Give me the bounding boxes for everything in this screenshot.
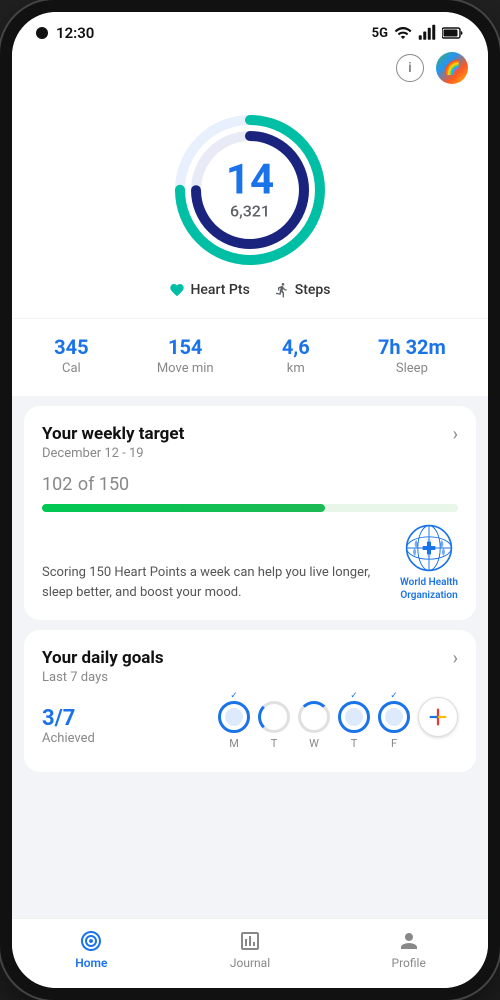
bottom-nav: Home Journal Profile [12,918,488,988]
avatar-image: 🌈 [443,60,460,76]
move-min-label: Move min [157,361,214,376]
progress-bar-fill [42,504,325,512]
day-circle-t2: ✓ T [338,701,370,750]
wifi-icon [394,24,412,42]
target-current: 102 [42,474,72,495]
day-label-f: F [391,737,397,750]
nav-journal[interactable]: Journal [171,929,330,970]
sleep-label: Sleep [378,361,446,376]
who-emblem-icon [405,524,453,572]
target-total: 150 [99,474,129,495]
target-count: 102 of 150 [42,471,458,496]
check-f: ✓ [390,691,398,701]
day-label-m: M [229,737,239,750]
weekly-target-card: Your weekly target December 12 - 19 › 10… [24,406,476,620]
achieved-count: 3/7 [42,706,95,731]
add-goal-button[interactable] [418,697,458,737]
heart-pts-value: 14 [226,160,274,202]
camera-dot [36,27,48,39]
signal-icon [418,24,436,42]
battery-icon [442,26,464,40]
avatar[interactable]: 🌈 [436,52,468,84]
sleep-value: 7h 32m [378,335,446,359]
move-min-value: 154 [157,335,214,359]
weekly-target-chevron[interactable]: › [453,424,458,445]
scroll-area[interactable]: 14 6,321 Heart Pts S [12,94,488,918]
day-label-w: W [309,737,319,750]
ring-legend: Heart Pts Steps [169,282,330,298]
goals-bottom: 3/7 Achieved ✓ M [42,697,458,754]
stat-move-min: 154 Move min [157,335,214,376]
target-bottom: Scoring 150 Heart Points a week can help… [42,524,458,602]
heart-pts-legend: Heart Pts [169,282,249,298]
daily-goals-card: Your daily goals Last 7 days › 3/7 Achie… [24,630,476,772]
weekly-target-header: Your weekly target December 12 - 19 › [42,424,458,461]
who-label: World HealthOrganization [400,576,458,602]
network-label: 5G [372,26,388,41]
steps-legend: Steps [274,282,331,298]
plus-section: + [418,697,458,754]
stats-row: 345 Cal 154 Move min 4,6 km 7h 32m Sleep [12,319,488,396]
achieved-section: 3/7 Achieved [42,706,95,746]
status-bar: 12:30 5G [12,12,488,48]
nav-home[interactable]: Home [12,929,171,970]
home-nav-label: Home [75,956,107,970]
target-of-label: of [78,474,99,495]
stat-sleep: 7h 32m Sleep [378,335,446,376]
profile-icon [397,929,421,953]
day-circle-t1: T [258,701,290,750]
daily-goals-subtitle: Last 7 days [42,670,164,685]
who-logo: World HealthOrganization [400,524,458,602]
achieved-label: Achieved [42,731,95,746]
km-value: 4,6 [282,335,310,359]
ring-center: 14 6,321 [226,160,274,221]
status-time: 12:30 [56,24,94,42]
calories-label: Cal [54,361,88,376]
steps-label: Steps [295,282,331,298]
daily-goals-header: Your daily goals Last 7 days › [42,648,458,685]
check-m: ✓ [230,691,238,701]
journal-icon [238,929,262,953]
km-label: km [282,361,310,376]
day-circles: ✓ M [218,697,458,754]
journal-nav-label: Journal [230,956,270,970]
circle-w [298,701,330,733]
daily-goals-title: Your daily goals [42,648,164,668]
daily-goals-chevron[interactable]: › [453,648,458,669]
progress-bar-bg [42,504,458,512]
phone-frame: 12:30 5G [0,0,500,1000]
status-right: 5G [372,24,464,42]
circle-f [378,701,410,733]
day-circle-w: W [298,701,330,750]
steps-value: 6,321 [226,202,274,221]
weekly-target-title: Your weekly target [42,424,184,444]
day-circle-m: ✓ M [218,701,250,750]
circle-t1 [258,701,290,733]
heart-icon [169,282,185,298]
circle-t2 [338,701,370,733]
top-action-bar: i 🌈 [12,48,488,94]
day-circle-f: ✓ F [378,701,410,750]
check-t2: ✓ [350,691,358,701]
stat-km: 4,6 km [282,335,310,376]
info-icon: i [408,60,411,76]
steps-icon [274,282,290,298]
weekly-target-subtitle: December 12 - 19 [42,446,184,461]
day-label-t2: T [351,737,358,750]
plus-icon [427,706,449,728]
circle-m [218,701,250,733]
activity-ring: 14 6,321 [170,110,330,270]
day-label-t1: T [271,737,278,750]
phone-screen: 12:30 5G [12,12,488,988]
info-button[interactable]: i [396,54,424,82]
profile-nav-label: Profile [392,956,426,970]
heart-pts-label: Heart Pts [190,282,249,298]
stat-calories: 345 Cal [54,335,88,376]
home-icon [79,929,103,953]
nav-profile[interactable]: Profile [329,929,488,970]
calories-value: 345 [54,335,88,359]
target-description: Scoring 150 Heart Points a week can help… [42,563,388,602]
ring-section: 14 6,321 Heart Pts S [12,94,488,318]
